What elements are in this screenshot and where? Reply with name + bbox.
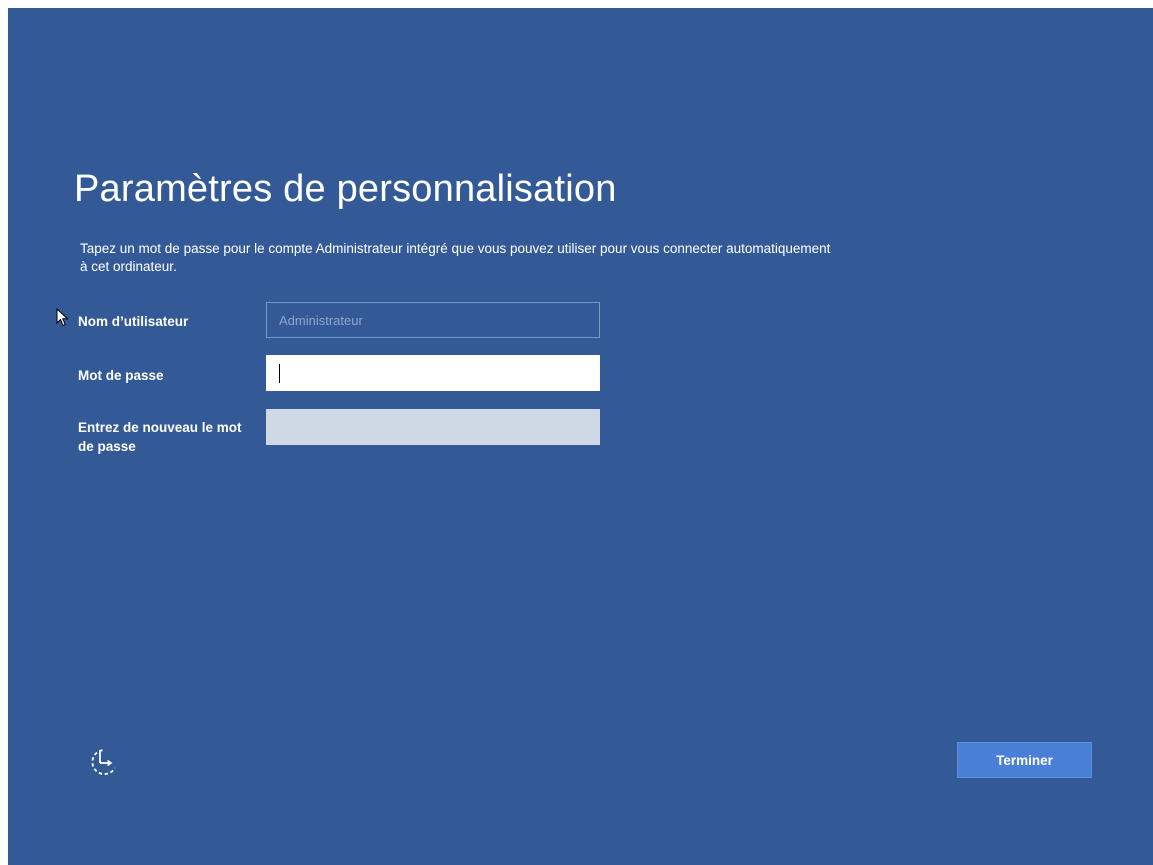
page-description: Tapez un mot de passe pour le compte Adm… [80,241,831,274]
ease-of-access-icon[interactable] [86,745,126,785]
finish-button[interactable]: Terminer [957,742,1092,778]
username-input [266,302,600,338]
mouse-cursor-icon [56,308,69,327]
setup-screen: Paramètres de personnalisation Tapez un … [8,8,1153,865]
confirm-password-label: Entrez de nouveau le mot de passe [78,420,242,454]
confirm-password-input[interactable] [266,409,600,445]
password-label: Mot de passe [78,368,164,383]
text-caret [279,364,280,383]
page-title: Paramètres de personnalisation [74,168,617,210]
password-input[interactable] [266,355,600,391]
username-label: Nom d’utilisateur [78,314,189,329]
